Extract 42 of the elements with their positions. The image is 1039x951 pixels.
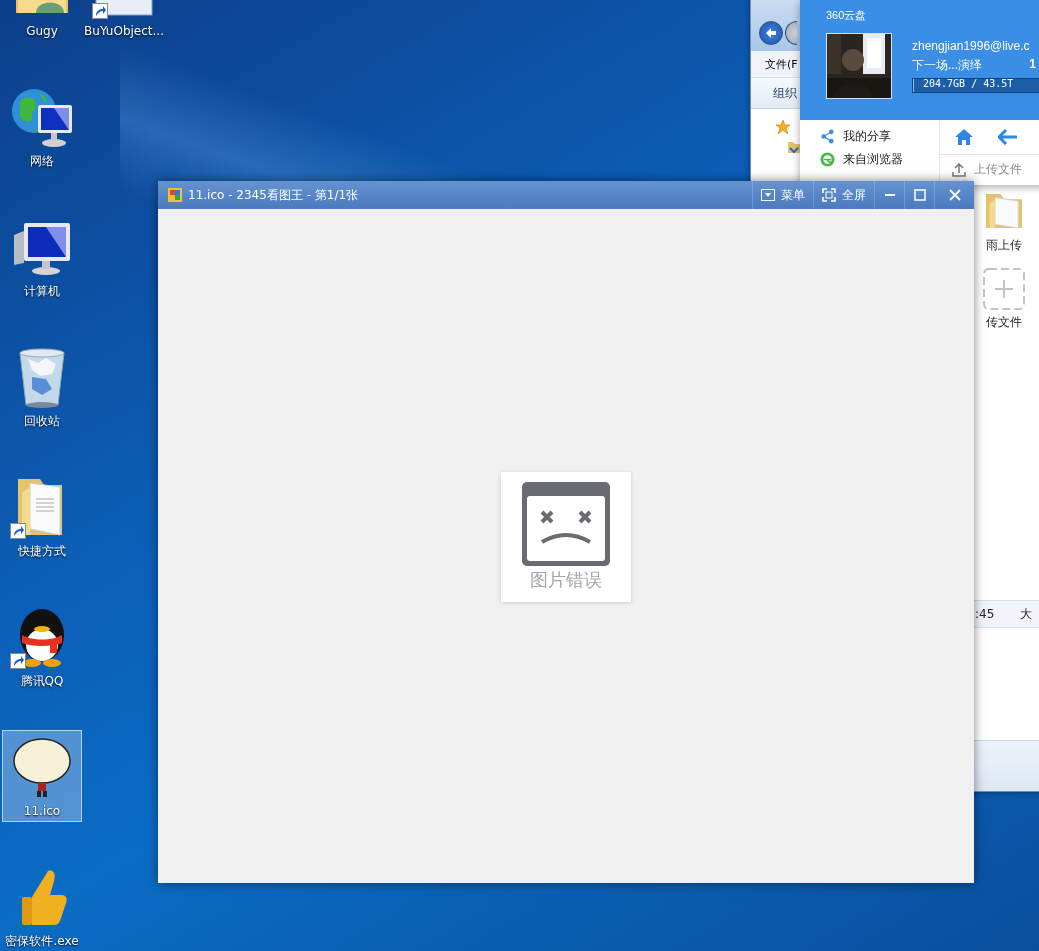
nickname: 下一场...演绎: [912, 57, 982, 74]
desktop-icon[interactable]: 回收站: [2, 340, 82, 432]
desktop-icon[interactable]: 网络: [2, 80, 82, 172]
file-item[interactable]: 传文件: [976, 268, 1032, 331]
home-icon[interactable]: [954, 128, 974, 146]
share-icon: [820, 129, 835, 144]
upload-button[interactable]: 上传文件: [940, 155, 1039, 178]
fullscreen-icon: [822, 188, 836, 202]
desktop-icon[interactable]: 腾讯QQ: [2, 600, 82, 692]
desktop-icon[interactable]: Gugy: [2, 0, 82, 42]
desktop-icon[interactable]: 计算机: [2, 210, 82, 302]
nav-item[interactable]: 来自浏览器: [820, 151, 939, 168]
panel-title: 360云盘: [826, 8, 868, 23]
file-item[interactable]: 雨上传: [976, 189, 1032, 254]
close-icon: [948, 189, 961, 201]
desktop-icon[interactable]: 快捷方式: [2, 470, 82, 562]
back-button[interactable]: [759, 21, 783, 45]
minimize-icon: [884, 194, 895, 196]
upload-icon: [952, 162, 966, 177]
sad-face-window-icon: [522, 482, 610, 566]
error-message: 图片错误: [530, 568, 602, 592]
status-text: 大: [1020, 605, 1033, 623]
menu-item[interactable]: 文件(F: [765, 56, 798, 72]
maximize-icon: [913, 189, 926, 201]
desktop-icon[interactable]: 密保软件.exe: [2, 860, 82, 951]
window-title: 11.ico - 2345看图王 - 第1/1张: [188, 186, 360, 204]
browser-icon: [820, 152, 835, 167]
back-arrow-icon[interactable]: [998, 129, 1018, 145]
toolbar-item[interactable]: 组织: [773, 84, 797, 102]
account-email: zhengjian1996@live.c: [912, 39, 1031, 53]
forward-button[interactable]: [785, 21, 797, 45]
status-text: :45: [975, 607, 995, 621]
cartoon-figure-icon: [10, 735, 74, 799]
storage-reading: 204.7GB / 43.5T: [923, 78, 1014, 89]
plus-icon: [983, 268, 1025, 310]
star-icon: [775, 119, 791, 135]
nav-item[interactable]: 我的分享: [820, 128, 939, 145]
desktop-icon[interactable]: BuYuObject...: [84, 0, 164, 42]
left-arrow-icon: [765, 27, 777, 39]
level-number: 1: [1029, 57, 1036, 73]
app-logo-icon: [168, 188, 182, 202]
dropdown-icon: [761, 189, 775, 201]
